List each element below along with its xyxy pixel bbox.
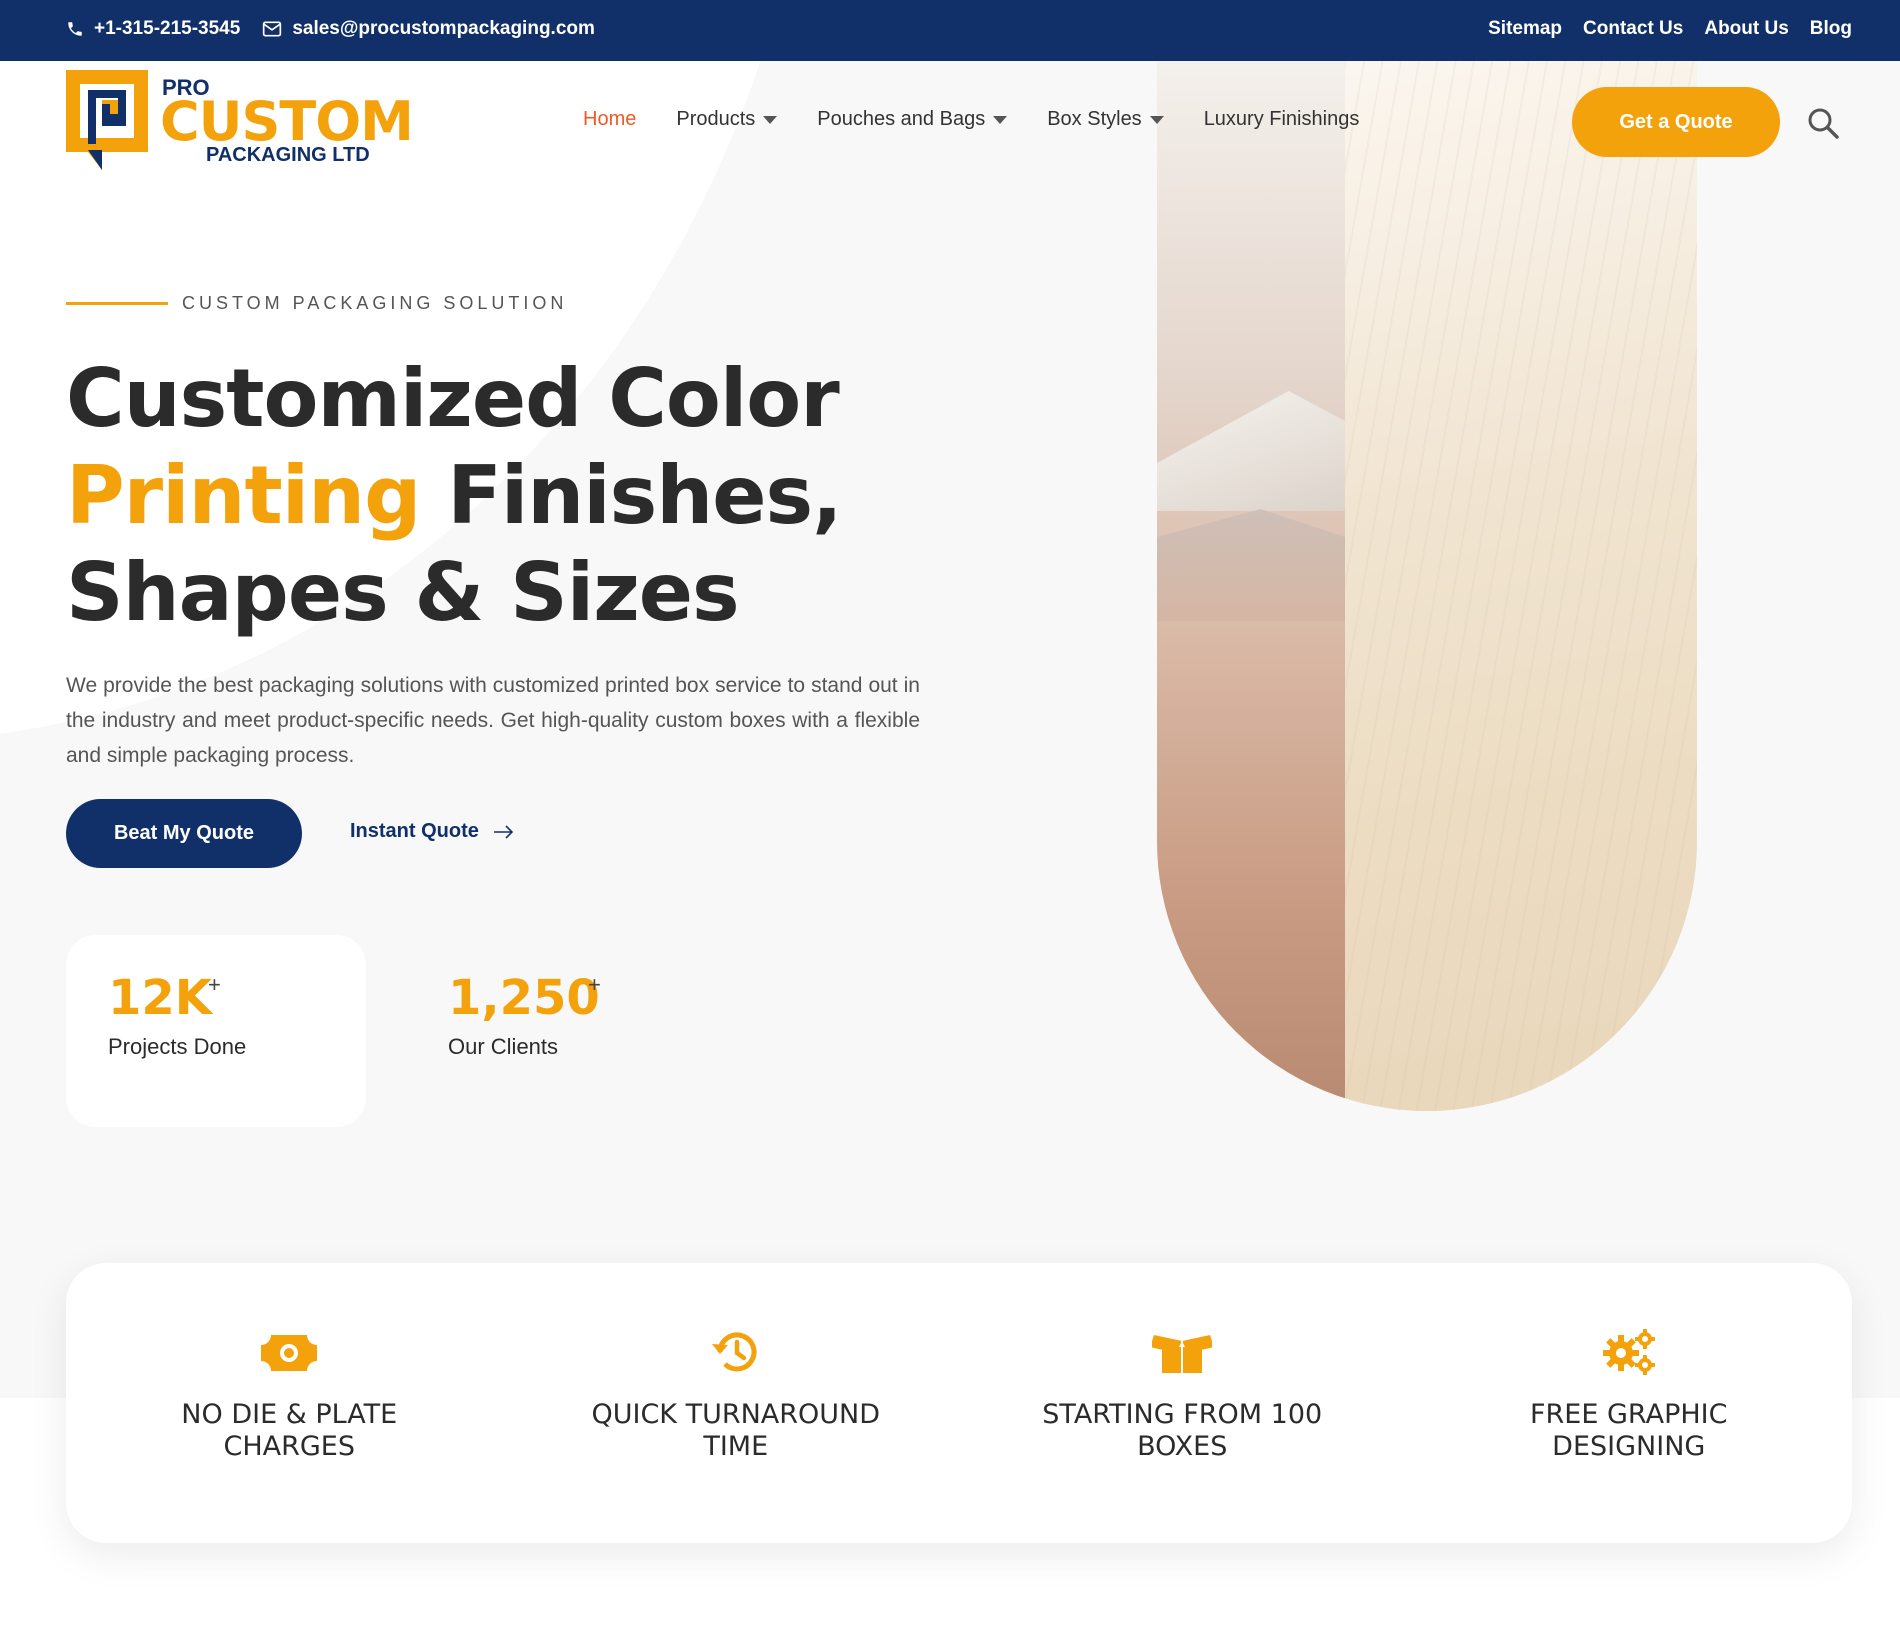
hero-image (1157, 61, 1697, 1111)
phone-link[interactable]: +1-315-215-3545 (66, 18, 240, 40)
caret-down-icon (993, 115, 1008, 124)
nav-item-label: Box Styles (1047, 108, 1142, 130)
email-link[interactable]: sales@procustompackaging.com (262, 18, 595, 40)
about-us-link[interactable]: About Us (1704, 18, 1788, 40)
arrow-right-icon (493, 824, 514, 839)
contact-us-link[interactable]: Contact Us (1583, 18, 1683, 40)
stat-value: 12K (108, 970, 212, 1026)
beat-my-quote-button[interactable]: Beat My Quote (66, 799, 302, 868)
nav-item-label: Products (676, 108, 756, 130)
nav-item-luxury-finishings[interactable]: Luxury Finishings (1204, 108, 1360, 131)
stat-clients: 1,250 + Our Clients (448, 970, 601, 1060)
stat-suffix: + (588, 972, 601, 997)
caret-down-icon (763, 115, 778, 124)
history-icon (711, 1332, 757, 1372)
top-bar: +1-315-215-3545 sales@procustompackaging… (0, 0, 1900, 61)
logo-mark-icon (66, 70, 148, 170)
money-bill-icon (261, 1335, 318, 1371)
envelope-icon (263, 21, 282, 37)
nav-item-label: Luxury Finishings (1203, 108, 1360, 130)
feature-title: NO DIE & PLATE CHARGES (181, 1399, 398, 1462)
feature-free-graphic: FREE GRAPHIC DESIGNING (1406, 1263, 1853, 1543)
headline-part1: Customized Color (66, 352, 840, 445)
hero-headline: Customized Color Printing Finishes, Shap… (66, 350, 886, 641)
headline-accent: Printing (66, 449, 421, 542)
feature-title: QUICK TURNAROUND TIME (591, 1399, 881, 1462)
nav-item-pouches-and-bags[interactable]: Pouches and Bags (817, 108, 1008, 131)
sitemap-link[interactable]: Sitemap (1488, 18, 1562, 40)
stat-suffix: + (208, 972, 221, 997)
contact-info: +1-315-215-3545 sales@procustompackaging… (66, 18, 595, 40)
stat-label: Projects Done (108, 1034, 247, 1059)
nav-item-label: Home (583, 108, 637, 130)
caret-down-icon (1149, 115, 1164, 124)
stat-label: Our Clients (448, 1034, 559, 1059)
email-address: sales@procustompackaging.com (292, 18, 595, 39)
instant-quote-label: Instant Quote (350, 820, 479, 842)
search-icon[interactable] (1806, 106, 1840, 140)
get-a-quote-button[interactable]: Get a Quote (1572, 87, 1780, 157)
top-links: Sitemap Contact Us About Us Blog (1488, 18, 1852, 40)
eyebrow-line (66, 302, 168, 305)
phone-number: +1-315-215-3545 (94, 18, 241, 39)
gears-icon (1602, 1329, 1655, 1375)
stat-projects: 12K + Projects Done (108, 970, 246, 1060)
nav-item-label: Pouches and Bags (817, 108, 986, 130)
main-nav: Home Products Pouches and Bags Box Style… (583, 108, 1399, 131)
headline-part2: Finishes, (420, 449, 842, 542)
feature-quick-turnaround: QUICK TURNAROUND TIME (513, 1263, 960, 1543)
nav-item-products[interactable]: Products (676, 108, 778, 131)
site-logo[interactable]: PRO CUSTOM PACKAGING LTD (66, 70, 414, 176)
feature-no-die-plate: NO DIE & PLATE CHARGES (66, 1263, 513, 1543)
box-open-icon (1152, 1335, 1213, 1373)
eyebrow-text: CUSTOM PACKAGING SOLUTION (182, 293, 568, 313)
phone-icon (68, 22, 82, 36)
nav-item-home[interactable]: Home (583, 108, 636, 131)
headline-part3: Shapes & Sizes (66, 546, 740, 639)
feature-starting-100: STARTING FROM 100 BOXES (959, 1263, 1406, 1543)
feature-title: FREE GRAPHIC DESIGNING (1530, 1399, 1728, 1462)
hero-eyebrow: CUSTOM PACKAGING SOLUTION (66, 293, 567, 314)
blog-link[interactable]: Blog (1810, 18, 1852, 40)
hero-description: We provide the best packaging solutions … (66, 674, 920, 767)
features-card: NO DIE & PLATE CHARGES QUICK TURNAROUND … (66, 1263, 1852, 1543)
nav-item-box-styles[interactable]: Box Styles (1047, 108, 1164, 131)
logo-ltd-text: PACKAGING LTD (206, 144, 370, 166)
feature-title: STARTING FROM 100 BOXES (1042, 1399, 1323, 1462)
instant-quote-link[interactable]: Instant Quote (350, 820, 515, 843)
stat-value: 1,250 (448, 970, 600, 1026)
